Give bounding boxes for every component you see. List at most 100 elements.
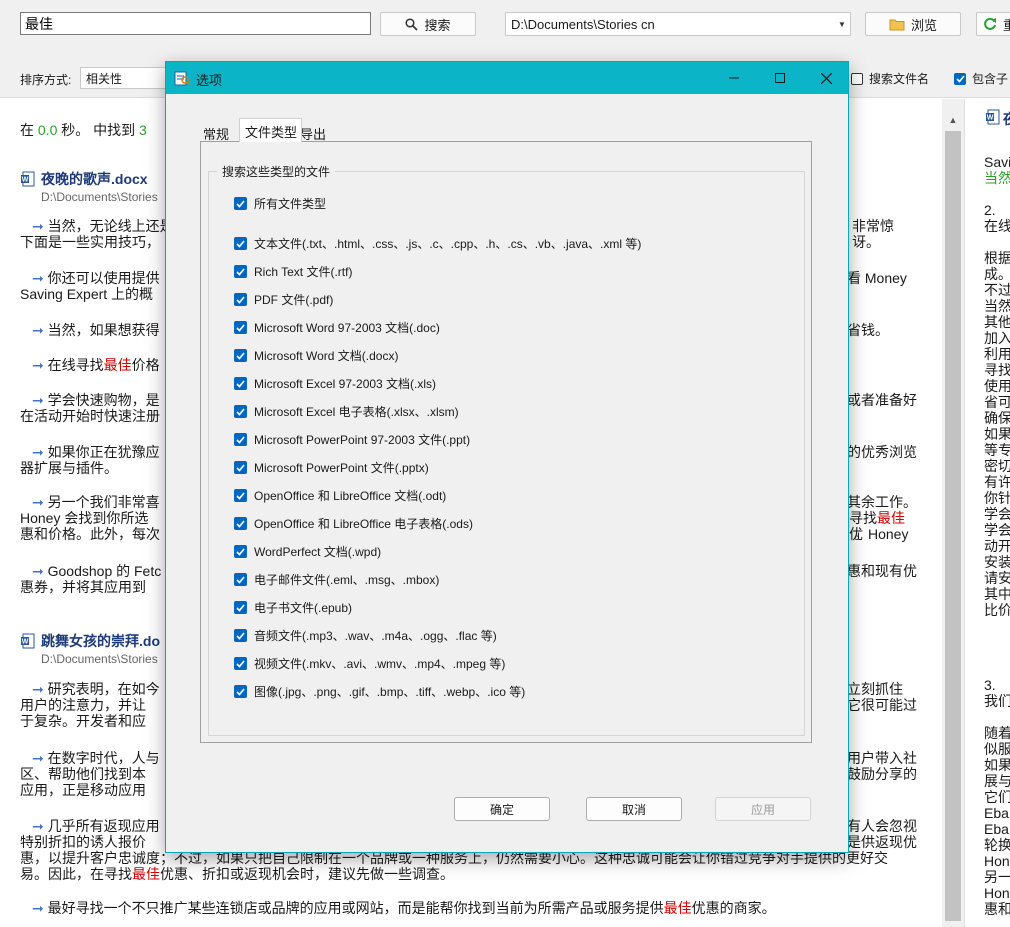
maximize-button[interactable]: [757, 62, 803, 94]
browse-button[interactable]: 浏览: [865, 12, 961, 36]
app-icon: [174, 71, 190, 86]
tab-file-types[interactable]: 文件类型: [239, 118, 303, 142]
checkbox-checked-icon: [234, 517, 247, 530]
preview-line: 另一: [984, 869, 1010, 885]
preview-line: 请安: [984, 570, 1010, 586]
minimize-button[interactable]: [711, 62, 757, 94]
arrow-right-icon: ➞: [32, 392, 44, 408]
preview-line: 安装: [984, 554, 1010, 570]
file-type-checkbox[interactable]: PDF 文件(.pdf): [234, 291, 333, 308]
preview-line: 2.: [984, 202, 996, 218]
arrow-right-icon: ➞: [32, 818, 44, 834]
file-type-label: Microsoft Excel 97-2003 文档(.xls): [254, 377, 437, 391]
sort-select[interactable]: 相关性: [80, 67, 170, 89]
checkbox-checked-icon: [234, 601, 247, 614]
svg-text:W: W: [987, 115, 994, 122]
file-type-checkbox[interactable]: OpenOffice 和 LibreOffice 文档(.odt): [234, 487, 446, 504]
doc-title[interactable]: 夜晚的歌声.docx: [41, 169, 148, 189]
file-type-checkbox[interactable]: Microsoft Excel 97-2003 文档(.xls): [234, 375, 436, 392]
include-subfolders-checkbox[interactable]: 包含子: [954, 70, 1008, 87]
refresh-icon: [984, 17, 996, 30]
apply-button[interactable]: 应用: [715, 797, 811, 821]
file-type-checkbox[interactable]: Microsoft Excel 电子表格(.xlsx、.xlsm): [234, 403, 459, 420]
folder-icon: [889, 19, 905, 30]
dialog-title: 选项: [196, 73, 223, 88]
path-dropdown[interactable]: D:\Documents\Stories cn ▼: [505, 12, 851, 36]
file-type-checkbox[interactable]: Microsoft PowerPoint 97-2003 文件(.ppt): [234, 431, 470, 448]
path-value: D:\Documents\Stories cn: [511, 16, 655, 32]
file-type-checkbox[interactable]: 电子书文件(.epub): [234, 599, 352, 616]
file-type-label: 音频文件(.mp3、.wav、.m4a、.ogg、.flac 等): [254, 629, 497, 643]
file-type-checkbox[interactable]: Microsoft Word 97-2003 文档(.doc): [234, 319, 440, 336]
scroll-up-icon[interactable]: ▲: [942, 113, 964, 127]
search-input[interactable]: [20, 12, 371, 35]
file-type-checkbox[interactable]: 文本文件(.txt、.html、.css、.js、.c、.cpp、.h、.cs、…: [234, 235, 641, 252]
preview-line: 省可: [984, 394, 1010, 410]
preview-line: 加入: [984, 330, 1010, 346]
file-type-label: PDF 文件(.pdf): [254, 293, 334, 307]
checkbox-checked-icon: [234, 489, 247, 502]
arrow-right-icon: ➞: [32, 357, 44, 373]
dialog-titlebar[interactable]: 选项: [166, 62, 848, 94]
preview-line: 如果: [984, 757, 1010, 773]
file-type-checkbox[interactable]: Microsoft Word 文档(.docx): [234, 347, 398, 364]
preview-line: 有许: [984, 474, 1010, 490]
preview-line: Hon: [984, 885, 1010, 901]
checkbox-checked-icon: [234, 405, 247, 418]
group-label: 搜索这些类型的文件: [217, 163, 336, 180]
file-type-label: 文本文件(.txt、.html、.css、.js、.c、.cpp、.h、.cs、…: [254, 237, 642, 251]
file-type-checkbox[interactable]: 电子邮件文件(.eml、.msg、.mbox): [234, 571, 439, 588]
cancel-button[interactable]: 取消: [586, 797, 682, 821]
preview-line: 不过: [984, 282, 1010, 298]
doc-title[interactable]: 跳舞女孩的崇拜.do: [41, 631, 160, 651]
refresh-button[interactable]: 重: [976, 12, 1010, 36]
tab-general[interactable]: 常规: [201, 120, 233, 142]
file-type-label: Microsoft PowerPoint 97-2003 文件(.ppt): [254, 433, 471, 447]
file-type-label: OpenOffice 和 LibreOffice 文档(.odt): [254, 489, 447, 503]
file-type-label: Microsoft PowerPoint 文件(.pptx): [254, 461, 429, 475]
close-icon: [820, 72, 832, 84]
arrow-right-icon: ➞: [32, 681, 44, 697]
file-type-checkbox[interactable]: 音频文件(.mp3、.wav、.m4a、.ogg、.flac 等): [234, 627, 497, 644]
preview-line: 使用: [984, 378, 1010, 394]
dropdown-arrow-icon[interactable]: ▼: [834, 13, 850, 35]
preview-line: 当然: [984, 298, 1010, 314]
search-button[interactable]: 搜索: [380, 12, 476, 36]
tab-export[interactable]: 导出: [298, 120, 330, 142]
preview-pane: W 夜 Savi当然2.在线根据成。不过当然其他加入利用寻找使用省可确保如果等专…: [964, 99, 1010, 927]
checkbox-checked-icon: [234, 265, 247, 278]
minimize-icon: [729, 77, 739, 79]
file-type-checkbox[interactable]: OpenOffice 和 LibreOffice 电子表格(.ods): [234, 515, 473, 532]
preview-line: 我们: [984, 693, 1010, 709]
file-type-checkbox[interactable]: 视频文件(.mkv、.avi、.wmv、.mp4、.mpeg 等): [234, 655, 505, 672]
checkbox-checked-icon: [234, 657, 247, 670]
preview-line: Eba: [984, 805, 1009, 821]
close-button[interactable]: [803, 62, 849, 94]
result-snippet: ➞ 最好寻找一个不只推广某些连锁店或品牌的应用或网站，而是能帮你找到当前为所需产…: [32, 900, 776, 916]
checkbox-checked-icon: [954, 72, 966, 85]
preview-line: 惠和: [984, 901, 1010, 917]
file-type-checkbox[interactable]: WordPerfect 文档(.wpd): [234, 543, 381, 560]
all-types-checkbox[interactable]: 所有文件类型: [234, 195, 326, 212]
file-type-checkbox[interactable]: Rich Text 文件(.rtf): [234, 263, 352, 280]
word-doc-icon: W: [21, 633, 35, 649]
file-type-label: 视频文件(.mkv、.avi、.wmv、.mp4、.mpeg 等): [254, 657, 506, 671]
search-filenames-checkbox[interactable]: 搜索文件名: [851, 70, 929, 87]
checkbox-checked-icon: [234, 197, 247, 210]
preview-line: Eba: [984, 821, 1009, 837]
file-type-checkbox[interactable]: Microsoft PowerPoint 文件(.pptx): [234, 459, 429, 476]
file-type-label: OpenOffice 和 LibreOffice 电子表格(.ods): [254, 517, 473, 531]
refresh-button-label: 重: [1003, 17, 1010, 33]
file-type-label: WordPerfect 文档(.wpd): [254, 545, 382, 559]
checkbox-checked-icon: [234, 321, 247, 334]
preview-line: 随着: [984, 725, 1010, 741]
preview-line: 成。: [984, 266, 1010, 282]
results-scrollbar[interactable]: ▲: [942, 99, 964, 927]
ok-button[interactable]: 确定: [454, 797, 550, 821]
result-count: 3: [139, 122, 147, 138]
preview-line: 等专: [984, 442, 1010, 458]
preview-line: 当然: [984, 170, 1010, 186]
file-type-checkbox[interactable]: 图像(.jpg、.png、.gif、.bmp、.tiff、.webp、.ico …: [234, 683, 525, 700]
scroll-thumb[interactable]: [945, 131, 961, 921]
preview-line: 你针: [984, 490, 1010, 506]
